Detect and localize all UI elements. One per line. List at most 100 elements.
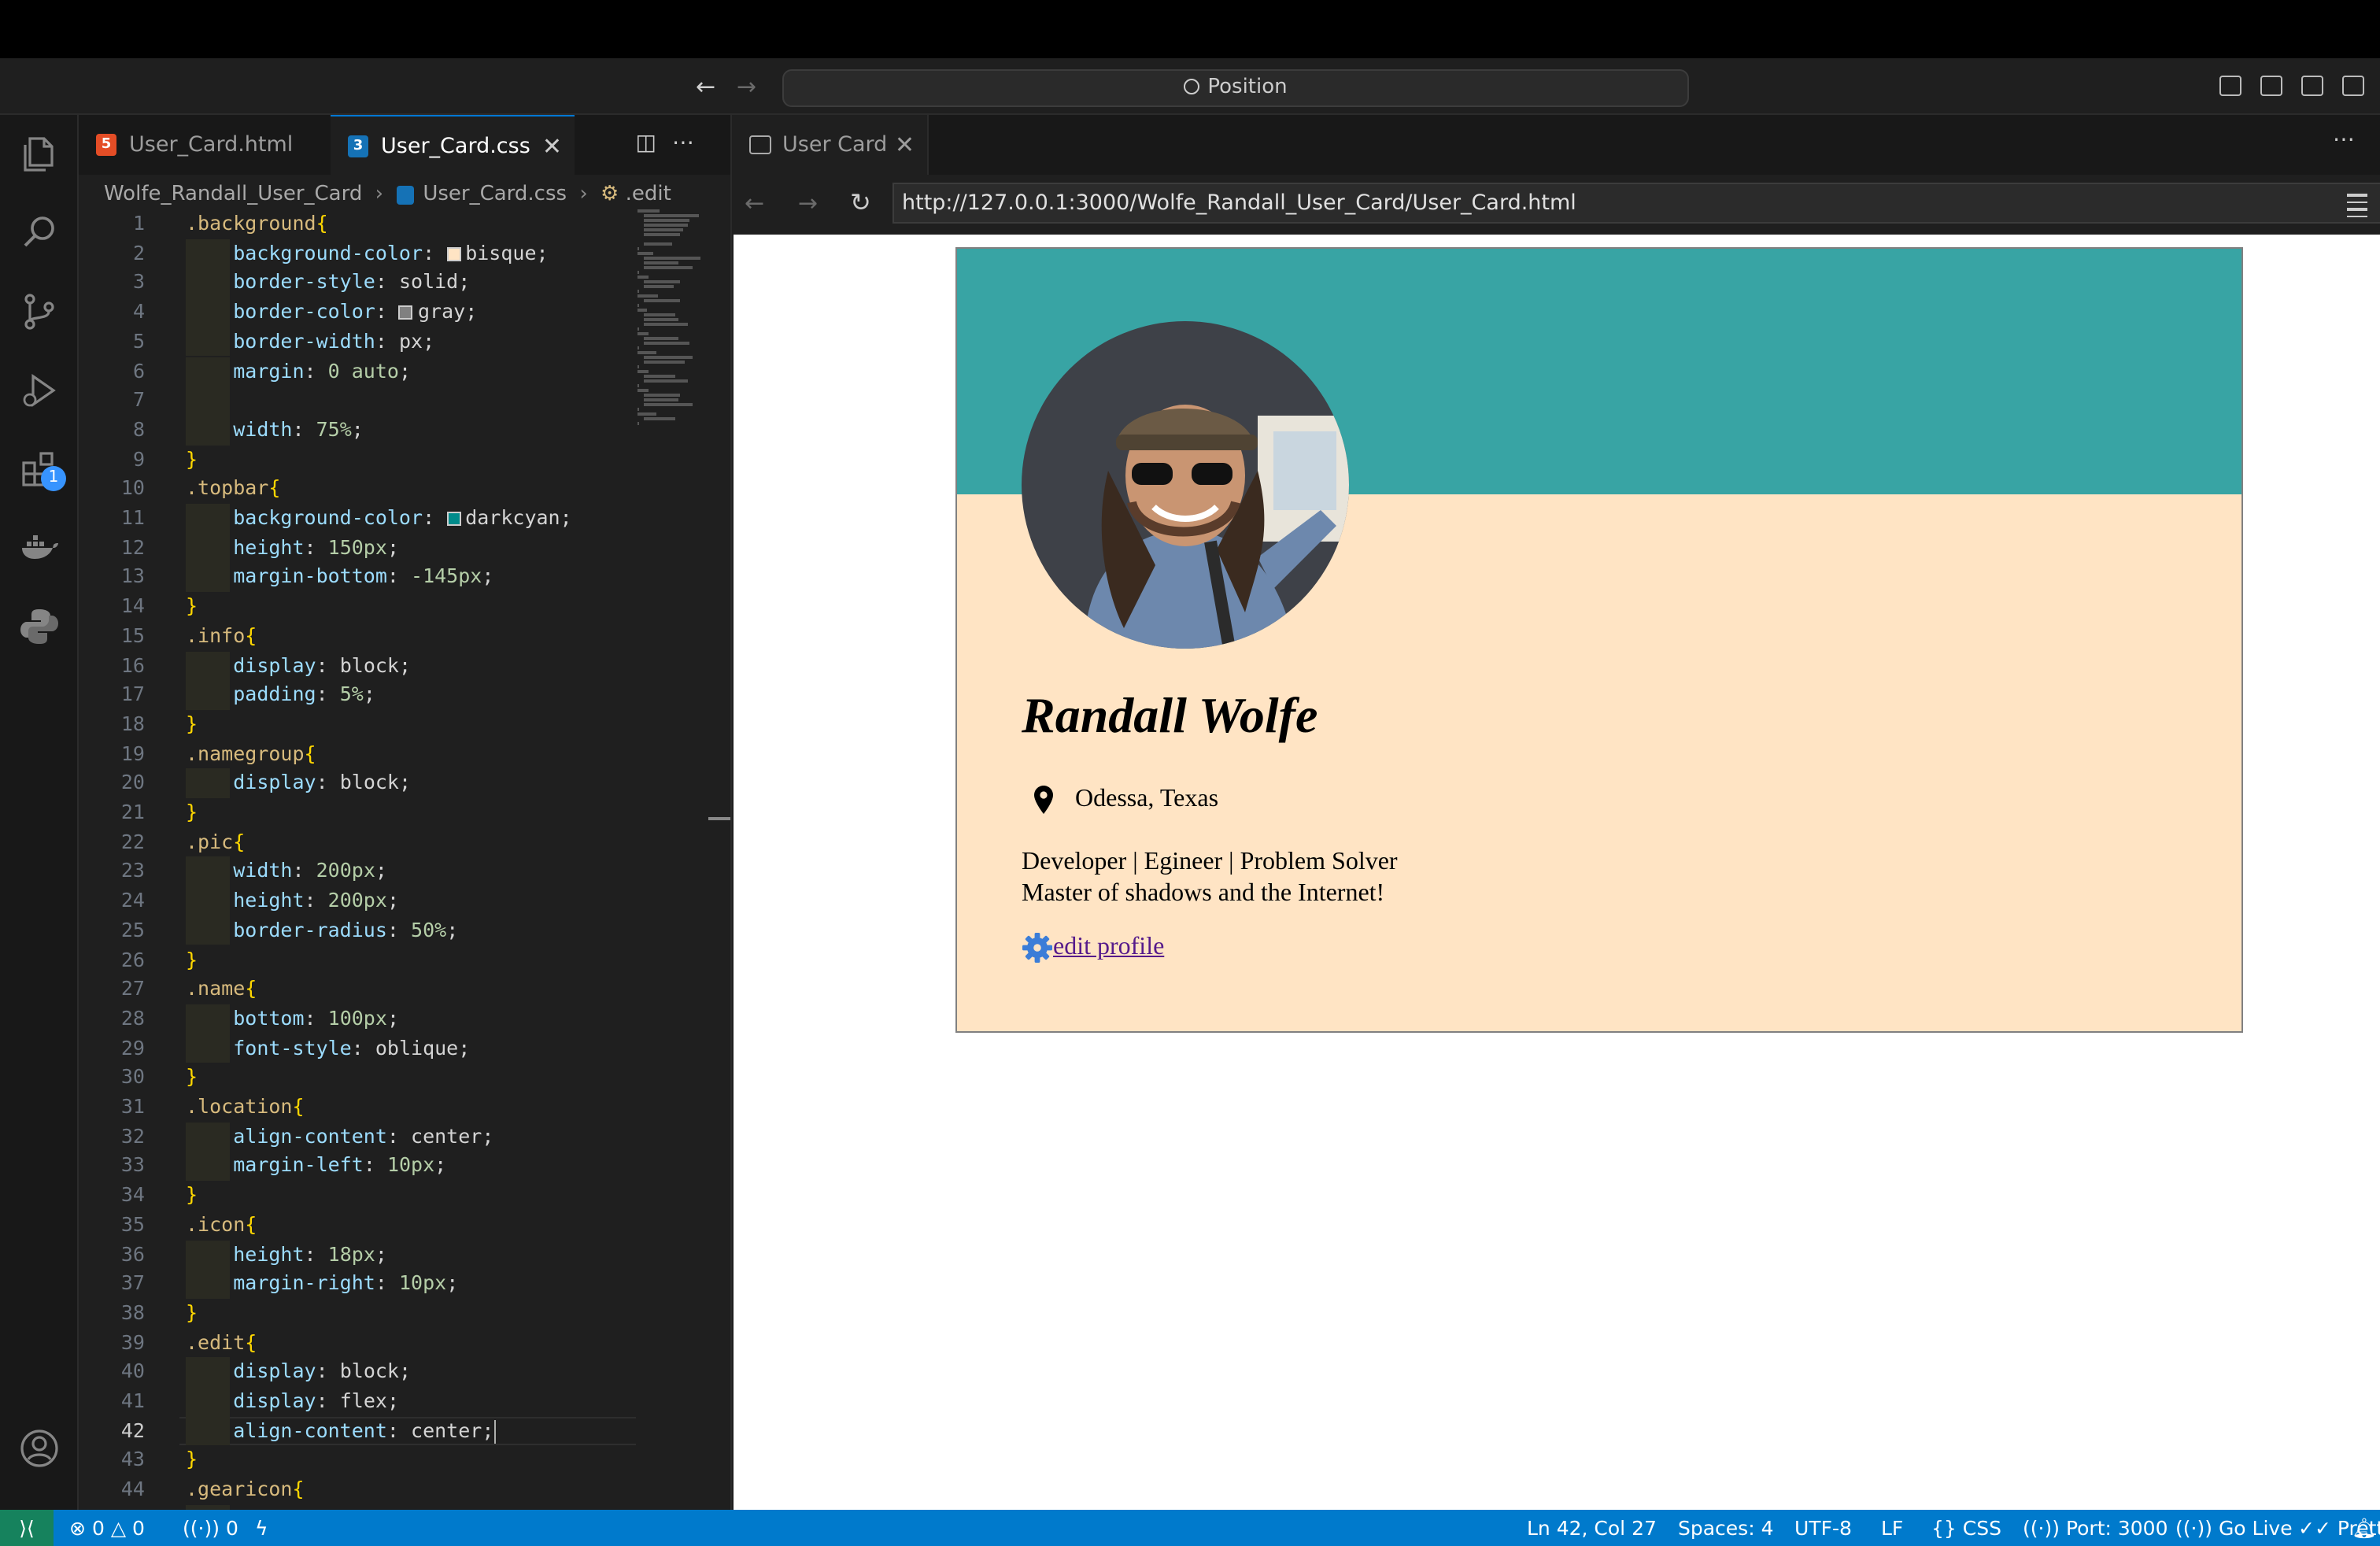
tab-user-card-css[interactable]: 3 User_Card.css ✕: [331, 115, 575, 175]
code-line[interactable]: 15 .info{: [79, 622, 638, 651]
tab-user-card-html[interactable]: 5 User_Card.html: [79, 115, 331, 175]
back-arrow-icon[interactable]: ←: [696, 72, 715, 101]
code-text: margin: 0 auto;: [233, 358, 412, 382]
scrollbar[interactable]: [708, 817, 730, 820]
ports-indicator[interactable]: ((·)) 0: [183, 1510, 238, 1546]
code-line[interactable]: 7: [79, 386, 638, 416]
code-text: align-content: center;: [233, 1418, 496, 1444]
language-mode[interactable]: {} CSS: [1931, 1510, 2001, 1546]
forward-arrow-icon[interactable]: →: [798, 189, 818, 217]
code-text: }: [186, 800, 198, 823]
code-line[interactable]: 19 .namegroup{: [79, 739, 638, 768]
reload-icon[interactable]: ↻: [850, 187, 871, 217]
code-line[interactable]: 23 width: 200px;: [79, 856, 638, 887]
bell-icon[interactable]: 🔔︎: [2352, 1510, 2377, 1546]
lightning-icon[interactable]: ϟ: [255, 1510, 268, 1546]
minimap[interactable]: [638, 209, 716, 424]
code-line[interactable]: 28 bottom: 100px;: [79, 1004, 638, 1034]
source-control-icon[interactable]: [19, 291, 60, 332]
code-line[interactable]: 14}: [79, 592, 638, 621]
menu-icon[interactable]: [2347, 194, 2367, 222]
code-line[interactable]: 44 .gearicon{: [79, 1475, 638, 1504]
docker-icon[interactable]: [19, 527, 60, 568]
code-line[interactable]: 22 .pic{: [79, 827, 638, 856]
code-line[interactable]: 40 display: block;: [79, 1357, 638, 1387]
code-line[interactable]: 33 margin-left: 10px;: [79, 1151, 638, 1182]
tab-user-card-preview[interactable]: User Card ✕: [732, 115, 929, 175]
code-line[interactable]: 20 display: block;: [79, 768, 638, 798]
go-live-button[interactable]: ((·)) Go Live: [2175, 1510, 2293, 1546]
close-icon[interactable]: ✕: [895, 115, 915, 175]
code-text: .topbar{: [186, 475, 281, 500]
code-line[interactable]: 41 display: flex;: [79, 1387, 638, 1417]
breadcrumb-symbol[interactable]: .edit: [626, 183, 671, 206]
code-line[interactable]: 30}: [79, 1063, 638, 1093]
code-line[interactable]: 18}: [79, 710, 638, 739]
code-line[interactable]: 1 .background{: [79, 209, 638, 239]
code-line[interactable]: 32 align-content: center;: [79, 1122, 638, 1152]
code-line[interactable]: 3 border-style: solid;: [79, 268, 638, 298]
code-text: height: 200px;: [233, 888, 399, 912]
code-line[interactable]: 6 margin: 0 auto;: [79, 357, 638, 386]
code-line[interactable]: 39 .edit{: [79, 1328, 638, 1357]
code-line[interactable]: 36 height: 18px;: [79, 1240, 638, 1270]
code-line[interactable]: 27 .name{: [79, 975, 638, 1004]
code-line[interactable]: 21}: [79, 798, 638, 827]
code-line[interactable]: 31 .location{: [79, 1093, 638, 1122]
code-line[interactable]: 11 background-color: darkcyan;: [79, 504, 638, 534]
code-line[interactable]: 16 display: block;: [79, 651, 638, 681]
run-debug-icon[interactable]: [19, 370, 60, 411]
back-arrow-icon[interactable]: ←: [745, 189, 764, 217]
close-icon[interactable]: ✕: [542, 117, 562, 176]
search-icon[interactable]: [19, 213, 60, 253]
toggle-panel-icon[interactable]: [2260, 76, 2282, 96]
account-icon[interactable]: [19, 1428, 60, 1469]
url-field[interactable]: http://127.0.0.1:3000/Wolfe_Randall_User…: [893, 183, 2380, 224]
code-text: display: block;: [233, 1359, 412, 1383]
live-server-port[interactable]: ((·)) Port: 3000: [2023, 1510, 2168, 1546]
code-line[interactable]: 26}: [79, 945, 638, 975]
code-line[interactable]: 24 height: 200px;: [79, 886, 638, 916]
code-line[interactable]: 10 .topbar{: [79, 475, 638, 504]
toggle-secondary-sidebar-icon[interactable]: [2301, 76, 2323, 96]
edit-profile-link[interactable]: edit profile: [1053, 934, 1164, 962]
line-number: 17: [120, 682, 145, 706]
explorer-icon[interactable]: [19, 134, 60, 175]
code-line[interactable]: 8 width: 75%;: [79, 415, 638, 446]
code-line[interactable]: 13 margin-bottom: -145px;: [79, 562, 638, 593]
code-line[interactable]: 38}: [79, 1299, 638, 1328]
code-line[interactable]: 25 border-radius: 50%;: [79, 915, 638, 945]
encoding[interactable]: UTF-8: [1794, 1510, 1852, 1546]
command-center[interactable]: Position: [782, 69, 1689, 107]
python-icon[interactable]: [19, 606, 60, 647]
code-line[interactable]: 4 border-color: gray;: [79, 298, 638, 327]
code-line[interactable]: 12 height: 150px;: [79, 533, 638, 563]
forward-arrow-icon[interactable]: →: [737, 72, 756, 101]
more-actions-icon[interactable]: ⋯: [2333, 128, 2355, 153]
tab-label: User_Card.html: [129, 132, 294, 157]
breadcrumb-folder[interactable]: Wolfe_Randall_User_Card: [104, 183, 362, 206]
line-number: 42: [120, 1418, 145, 1442]
code-line[interactable]: 42 align-content: center;: [79, 1416, 638, 1446]
code-line[interactable]: 35 .icon{: [79, 1211, 638, 1240]
line-number: 32: [120, 1123, 145, 1148]
line-number: 15: [120, 623, 145, 647]
code-line[interactable]: 17 padding: 5%;: [79, 680, 638, 710]
split-editor-icon[interactable]: ◫: [636, 131, 672, 156]
code-line[interactable]: 37 margin-right: 10px;: [79, 1269, 638, 1299]
problems-indicator[interactable]: ⊗ 0 △ 0: [69, 1510, 145, 1546]
toggle-primary-sidebar-icon[interactable]: [2219, 76, 2241, 96]
code-line[interactable]: 34}: [79, 1181, 638, 1210]
remote-indicator-icon[interactable]: ⟩⟨: [0, 1510, 54, 1546]
cursor-position[interactable]: Ln 42, Col 27: [1527, 1510, 1657, 1546]
customize-layout-icon[interactable]: [2342, 76, 2364, 96]
code-line[interactable]: 43}: [79, 1446, 638, 1475]
end-of-line[interactable]: LF: [1881, 1510, 1903, 1546]
more-actions-icon[interactable]: ⋯: [672, 131, 710, 156]
code-line[interactable]: 5 border-width: px;: [79, 327, 638, 357]
code-line[interactable]: 29 font-style: oblique;: [79, 1034, 638, 1063]
code-line[interactable]: 9}: [79, 445, 638, 474]
indentation[interactable]: Spaces: 4: [1678, 1510, 1774, 1546]
breadcrumb-file[interactable]: User_Card.css: [423, 183, 567, 206]
code-line[interactable]: 2 background-color: bisque;: [79, 239, 638, 268]
